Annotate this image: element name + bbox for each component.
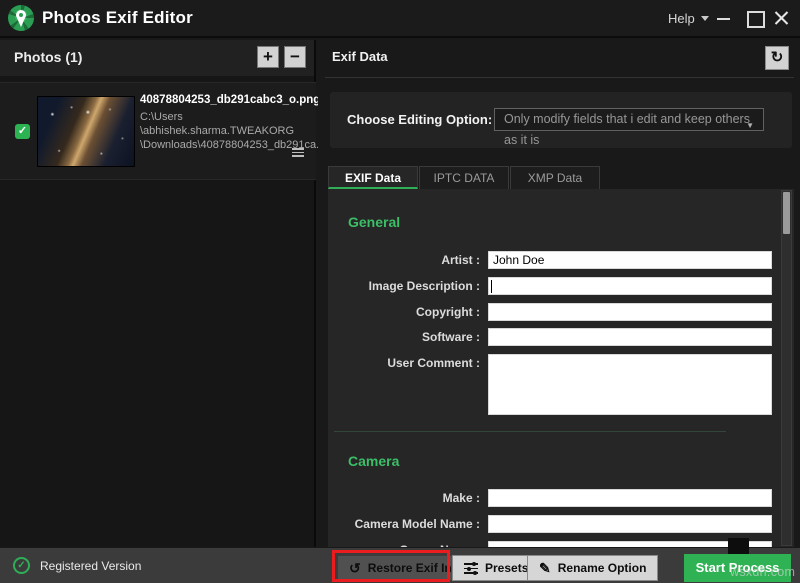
- section-title-general: General: [348, 214, 400, 230]
- editing-option-box: Choose Editing Option: Only modify field…: [330, 92, 792, 148]
- text-cursor: [491, 280, 492, 293]
- add-photo-button[interactable]: +: [257, 46, 279, 68]
- user-comment-textarea[interactable]: [488, 354, 772, 415]
- artist-input[interactable]: [488, 251, 772, 269]
- title-bar: Photos Exif Editor Help: [0, 0, 800, 38]
- remove-photo-button[interactable]: −: [284, 46, 306, 68]
- exif-form-content: General Artist : Image Description : Cop…: [328, 189, 794, 547]
- watermark: wsxdn.com: [730, 565, 795, 579]
- camera-model-name-input[interactable]: [488, 515, 772, 533]
- photo-thumbnail[interactable]: [37, 96, 135, 167]
- exif-panel: Exif Data ↻ Choose Editing Option: Only …: [318, 40, 800, 547]
- photos-panel: Photos (1) + − ✓ 40878804253_db291cabc3_…: [0, 40, 316, 547]
- chevron-down-icon: [701, 16, 709, 21]
- photo-file-info: 40878804253_db291cabc3_o.png C:\Users \a…: [140, 94, 310, 152]
- app-logo-icon: [8, 5, 34, 31]
- dark-corner-artifact: [728, 538, 749, 554]
- pencil-icon: ✎: [539, 560, 551, 577]
- photo-path-line3: \Downloads\40878804253_db291ca...: [140, 138, 310, 152]
- minimize-button[interactable]: [714, 9, 734, 27]
- item-menu-icon[interactable]: [292, 148, 304, 157]
- photo-path-line1: C:\Users: [140, 110, 310, 124]
- registered-check-icon: ✓: [13, 557, 30, 574]
- photo-list-item[interactable]: ✓ 40878804253_db291cabc3_o.png C:\Users …: [0, 82, 316, 180]
- tab-iptc-data[interactable]: IPTC DATA: [419, 166, 509, 189]
- artist-label: Artist :: [328, 253, 480, 267]
- software-label: Software :: [328, 330, 480, 344]
- rename-option-button[interactable]: ✎ Rename Option: [527, 555, 658, 581]
- photos-panel-header: Photos (1) + −: [0, 40, 314, 76]
- registered-version-label: Registered Version: [40, 559, 141, 573]
- scrollbar-thumb[interactable]: [783, 192, 790, 234]
- editing-option-select[interactable]: Only modify fields that i edit and keep …: [494, 108, 764, 131]
- sliders-icon: [464, 562, 478, 574]
- make-input[interactable]: [488, 489, 772, 507]
- photo-checkbox[interactable]: ✓: [15, 124, 30, 139]
- camera-model-name-label: Camera Model Name :: [328, 517, 480, 531]
- image-description-label: Image Description :: [328, 279, 480, 293]
- copyright-label: Copyright :: [328, 305, 480, 319]
- scrollbar[interactable]: [781, 190, 792, 546]
- dropdown-arrow-icon: ▼: [746, 115, 754, 136]
- refresh-button[interactable]: ↻: [765, 46, 789, 70]
- exif-panel-title: Exif Data: [332, 49, 388, 64]
- tab-xmp-data[interactable]: XMP Data: [510, 166, 600, 189]
- section-title-camera: Camera: [348, 453, 399, 469]
- help-menu[interactable]: Help: [668, 11, 709, 26]
- footer-bar: ✓ Registered Version ↺ Restore Exif Info…: [0, 547, 800, 583]
- image-description-input[interactable]: [488, 277, 772, 295]
- app-title: Photos Exif Editor: [42, 8, 193, 28]
- photos-count-title: Photos (1): [14, 49, 82, 65]
- make-label: Make :: [328, 491, 480, 505]
- header-divider: [325, 77, 794, 78]
- maximize-button[interactable]: [744, 9, 764, 27]
- section-divider: [334, 431, 726, 432]
- photo-path-line2: \abhishek.sharma.TWEAKORG: [140, 124, 310, 138]
- editing-option-label: Choose Editing Option:: [347, 112, 492, 127]
- app-window: Photos Exif Editor Help Photos (1) + − ✓…: [0, 0, 800, 583]
- copyright-input[interactable]: [488, 303, 772, 321]
- tab-bar: EXIF Data IPTC DATA XMP Data: [328, 166, 601, 189]
- photo-filename: 40878804253_db291cabc3_o.png: [140, 94, 310, 106]
- software-input[interactable]: [488, 328, 772, 346]
- close-button[interactable]: [772, 9, 792, 27]
- tab-exif-data[interactable]: EXIF Data: [328, 166, 418, 189]
- user-comment-label: User Comment :: [328, 356, 480, 370]
- restore-icon: ↺: [349, 560, 361, 577]
